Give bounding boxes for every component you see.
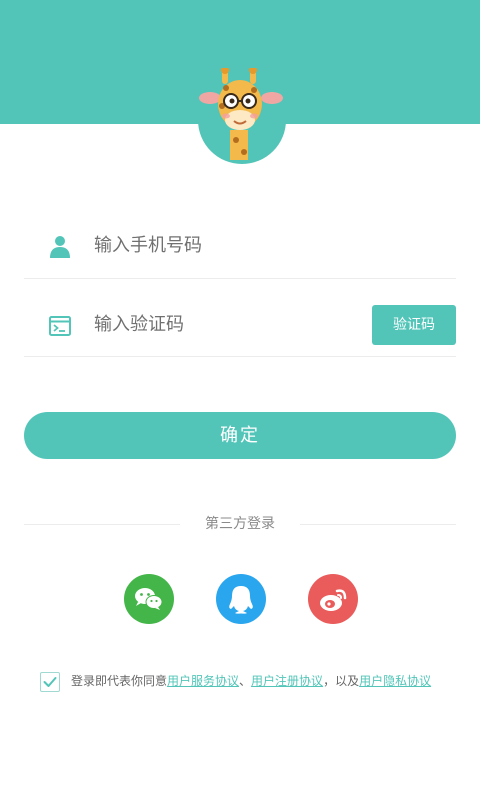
agreement-sep2: ，以及 xyxy=(323,674,360,688)
terminal-icon xyxy=(49,316,71,336)
qq-login-button[interactable] xyxy=(216,574,266,624)
third-party-label: 第三方登录 xyxy=(205,516,275,532)
divider-right xyxy=(300,524,456,525)
send-code-button[interactable]: 验证码 xyxy=(372,305,456,345)
phone-input[interactable] xyxy=(94,230,354,260)
wechat-icon xyxy=(135,588,163,610)
privacy-agreement-link[interactable]: 用户隐私协议 xyxy=(359,674,431,688)
confirm-button[interactable]: 确定 xyxy=(24,412,456,459)
agreement-row: 登录即代表你同意用户服务协议、用户注册协议，以及用户隐私协议 xyxy=(40,670,460,694)
agreement-sep1: 、 xyxy=(239,674,252,688)
agreement-prefix: 登录即代表你同意 xyxy=(71,674,168,688)
wechat-login-button[interactable] xyxy=(124,574,174,624)
register-agreement-link[interactable]: 用户注册协议 xyxy=(251,674,323,688)
giraffe-avatar-icon xyxy=(199,68,283,160)
code-row: 验证码 xyxy=(24,292,456,357)
code-input[interactable] xyxy=(94,309,354,339)
phone-row xyxy=(24,212,456,279)
avatar xyxy=(198,68,286,164)
qq-icon xyxy=(229,586,253,614)
user-icon xyxy=(50,236,70,258)
agreement-text: 登录即代表你同意用户服务协议、用户注册协议，以及用户隐私协议 xyxy=(71,670,431,692)
agreement-checkbox[interactable] xyxy=(40,672,60,692)
service-agreement-link[interactable]: 用户服务协议 xyxy=(167,674,239,688)
divider-left xyxy=(24,524,180,525)
checkmark-icon xyxy=(43,677,57,687)
weibo-login-button[interactable] xyxy=(308,574,358,624)
weibo-icon xyxy=(320,589,347,611)
